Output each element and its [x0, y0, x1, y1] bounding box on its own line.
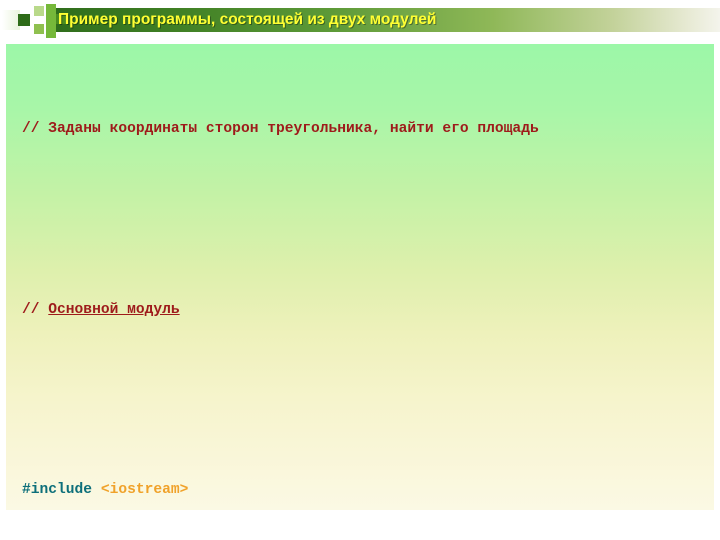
preprocessor-include: #include	[22, 482, 93, 499]
slide-title-band: Пример программы, состоящей из двух моду…	[0, 4, 720, 38]
code-listing: // Заданы координаты сторон треугольника…	[22, 50, 600, 510]
page-title: Пример программы, состоящей из двух моду…	[58, 11, 437, 28]
comment-task-description: // Заданы координаты сторон треугольника…	[22, 120, 539, 137]
include-target-iostream: <iostream>	[100, 482, 189, 499]
decorative-bar-green	[46, 4, 56, 38]
code-line: #include <iostream>	[22, 479, 600, 502]
decorative-square-pale	[34, 6, 44, 16]
code-line: // Заданы координаты сторон треугольника…	[22, 118, 600, 141]
decorative-square-mid	[34, 24, 44, 34]
code-panel: // Заданы координаты сторон треугольника…	[6, 44, 714, 510]
code-line: // Основной модуль	[22, 299, 600, 322]
decorative-square-dark	[18, 14, 30, 26]
slide-root: Пример программы, состоящей из двух моду…	[0, 0, 720, 540]
comment-slashes: //	[22, 301, 49, 318]
comment-main-module-underlined: Основной модуль	[48, 301, 180, 318]
